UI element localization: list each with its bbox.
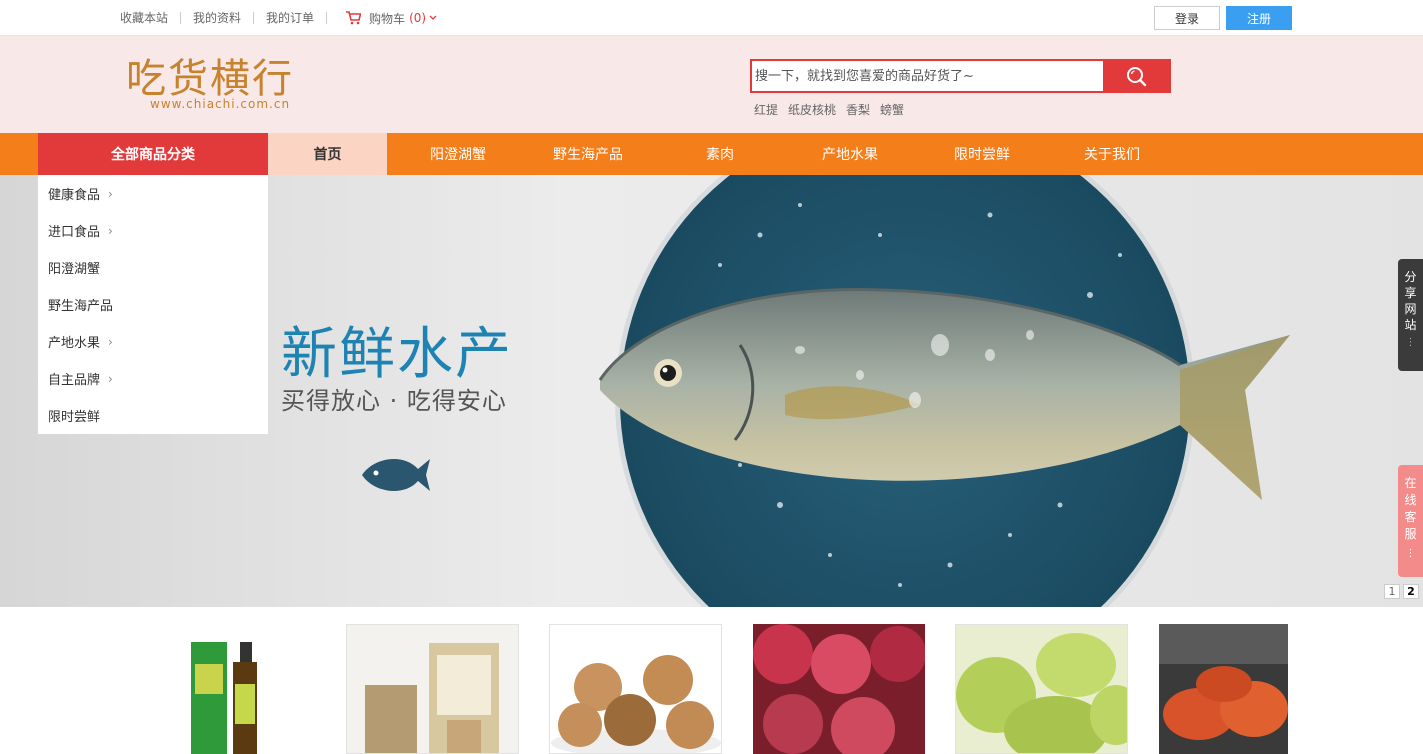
category-menu: 健康食品 › 进口食品 › 阳澄湖蟹 野生海产品 产地水果 › 自主品牌 › 限时尝鲜	[38, 175, 268, 434]
category-label: 进口食品	[48, 225, 101, 240]
category-label: 限时尝鲜	[48, 410, 101, 425]
product-card-walnut[interactable]	[549, 624, 722, 754]
hot-word[interactable]: 螃蟹	[880, 101, 904, 118]
logo-url: www.chiachi.com.cn	[150, 97, 291, 111]
product-card-grapes[interactable]	[753, 624, 925, 754]
nav-item-crab[interactable]: 阳澄湖蟹	[398, 133, 518, 175]
share-label: 分享网站	[1404, 270, 1417, 332]
category-item-health[interactable]: 健康食品 ›	[38, 175, 268, 212]
top-links: 收藏本站 我的资料 我的订单 购物车 (0)	[108, 0, 445, 36]
category-label: 自主品牌	[48, 373, 101, 388]
product-image	[550, 625, 721, 753]
hot-word[interactable]: 香梨	[846, 101, 870, 118]
chevron-right-icon: ›	[108, 186, 113, 201]
cart-count: (0)	[409, 11, 427, 25]
search-box	[750, 59, 1171, 93]
chevron-right-icon: ›	[108, 223, 113, 238]
product-image	[1159, 624, 1288, 754]
banner-page-1[interactable]: 1	[1384, 584, 1400, 599]
cart-link[interactable]: 购物车 (0)	[327, 10, 445, 27]
product-card-health-drink[interactable]	[145, 624, 319, 754]
main-nav: 全部商品分类 首页 阳澄湖蟹 野生海产品 素肉 产地水果 限时尝鲜 关于我们	[0, 133, 1423, 175]
chevron-down-icon	[429, 15, 437, 20]
all-categories-button[interactable]: 全部商品分类	[38, 133, 268, 175]
banner-subtitle: 买得放心 · 吃得安心	[281, 387, 507, 415]
service-label: 在线客服	[1404, 476, 1417, 541]
my-orders-link[interactable]: 我的订单	[254, 12, 328, 24]
category-item-imported[interactable]: 进口食品 ›	[38, 212, 268, 249]
product-card-pear[interactable]	[955, 624, 1128, 754]
nav-item-vegan-meat[interactable]: 素肉	[660, 133, 780, 175]
search-icon	[1127, 67, 1147, 87]
banner-pager: 1 2	[1384, 584, 1419, 599]
cart-icon	[346, 11, 362, 25]
category-label: 健康食品	[48, 188, 101, 203]
cart-label: 购物车	[369, 11, 406, 26]
banner-title: 新鲜水产	[281, 322, 513, 387]
hot-search-words: 红提 纸皮核桃 香梨 螃蟹	[754, 101, 904, 118]
category-item-crab[interactable]: 阳澄湖蟹	[38, 249, 268, 286]
header: 吃货横行 www.chiachi.com.cn 红提 纸皮核桃 香梨 螃蟹	[0, 36, 1423, 133]
product-image	[753, 624, 925, 754]
my-profile-link[interactable]: 我的资料	[181, 12, 255, 24]
fish-icon	[362, 458, 430, 492]
search-button[interactable]	[1103, 60, 1169, 92]
grip-icon: ⋮	[1405, 548, 1416, 559]
product-image	[191, 642, 257, 754]
nav-item-limited[interactable]: 限时尝鲜	[922, 133, 1042, 175]
product-image	[347, 625, 518, 753]
nav-item-home[interactable]: 首页	[268, 133, 387, 175]
nav-item-about[interactable]: 关于我们	[1052, 133, 1172, 175]
category-item-fruit[interactable]: 产地水果 ›	[38, 323, 268, 360]
product-image	[956, 625, 1127, 753]
hot-word[interactable]: 红提	[754, 101, 778, 118]
chevron-right-icon: ›	[108, 334, 113, 349]
category-item-limited[interactable]: 限时尝鲜	[38, 397, 268, 434]
category-item-seafood[interactable]: 野生海产品	[38, 286, 268, 323]
bookmark-link[interactable]: 收藏本站	[108, 12, 182, 24]
nav-item-fruit[interactable]: 产地水果	[790, 133, 910, 175]
product-card-crab[interactable]	[1159, 624, 1288, 754]
category-item-brand[interactable]: 自主品牌 ›	[38, 360, 268, 397]
register-button[interactable]: 注册	[1226, 6, 1292, 30]
banner-page-2[interactable]: 2	[1403, 584, 1419, 599]
nav-item-seafood[interactable]: 野生海产品	[528, 133, 648, 175]
fish-tail	[1180, 335, 1290, 500]
category-label: 阳澄湖蟹	[48, 262, 101, 277]
product-row	[0, 607, 1423, 754]
online-service-tab[interactable]: 在线客服 ⋮	[1398, 465, 1423, 577]
search-input[interactable]	[752, 61, 1103, 91]
grip-icon: ⋮	[1405, 337, 1416, 348]
hot-word[interactable]: 纸皮核桃	[788, 101, 836, 118]
category-label: 产地水果	[48, 336, 101, 351]
login-button[interactable]: 登录	[1154, 6, 1220, 30]
product-card-rice[interactable]	[346, 624, 519, 754]
logo-text: 吃货横行	[126, 56, 294, 102]
category-label: 野生海产品	[48, 299, 114, 314]
share-site-tab[interactable]: 分享网站 ⋮	[1398, 259, 1423, 371]
chevron-right-icon: ›	[108, 371, 113, 386]
top-bar: 收藏本站 我的资料 我的订单 购物车 (0) 登录 注册	[0, 0, 1423, 36]
